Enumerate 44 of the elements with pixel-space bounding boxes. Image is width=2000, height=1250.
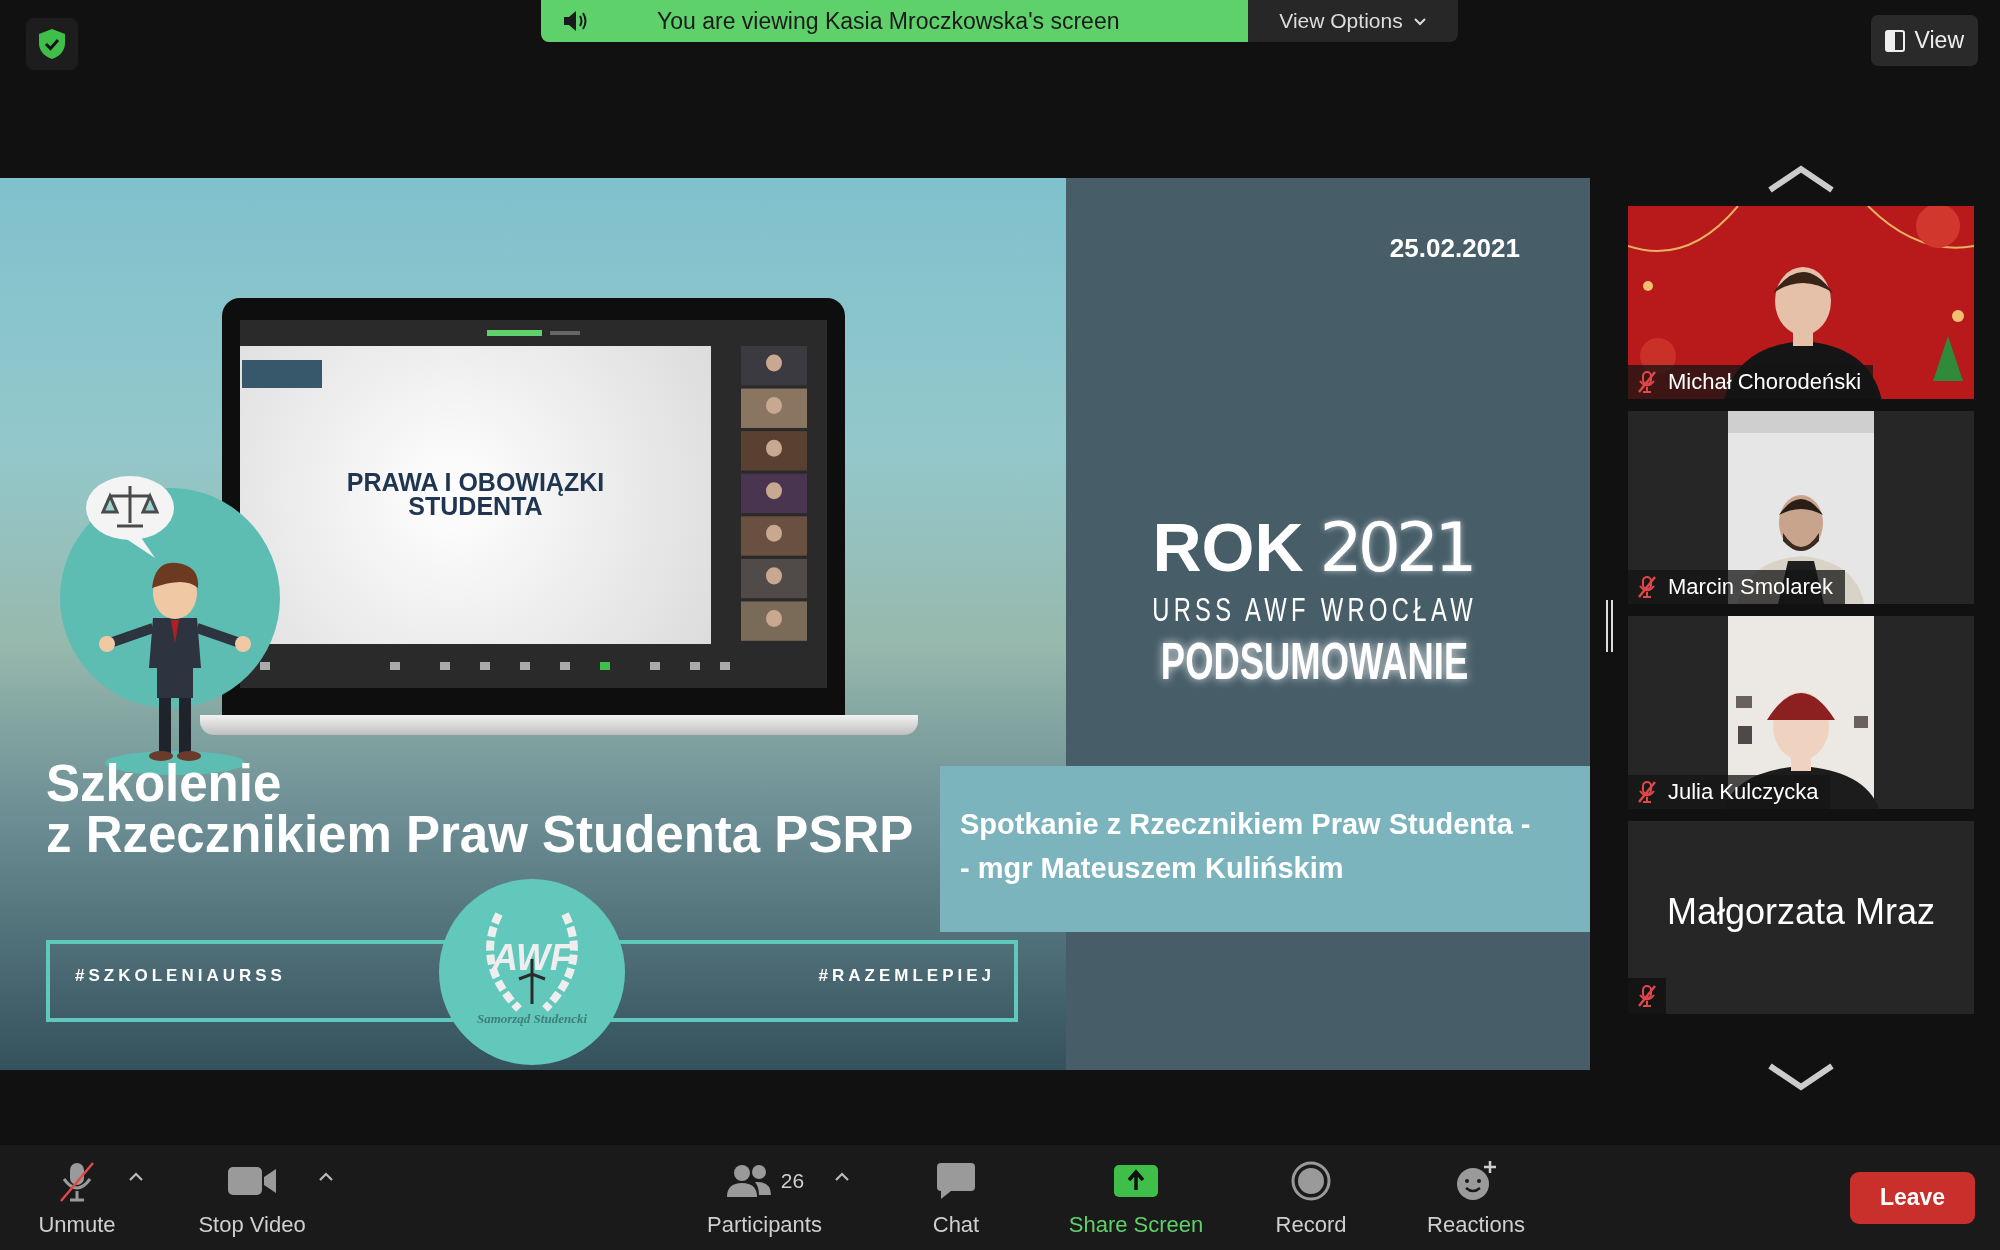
meeting-caption: Spotkanie z Rzecznikiem Praw Studenta - - mgr Mateuszem Kulińskim	[940, 766, 1590, 932]
participant-name: Julia Kulczycka	[1668, 779, 1819, 805]
view-options-button[interactable]: View Options	[1248, 0, 1458, 42]
view-button[interactable]: View	[1870, 15, 1978, 66]
video-tile[interactable]: Michał Chorodeński	[1628, 206, 1974, 399]
leave-button[interactable]: Leave	[1850, 1171, 1975, 1224]
participant-name: Małgorzata Mraz	[1665, 891, 1937, 933]
people-icon	[724, 1162, 773, 1199]
caret-icon[interactable]	[317, 1171, 334, 1182]
summary-title: PODSUMOWANIE	[1161, 631, 1469, 691]
video-tile[interactable]: Małgorzata Mraz	[1628, 821, 1974, 1014]
smiley-plus-icon	[1454, 1158, 1498, 1203]
chat-icon	[935, 1160, 977, 1201]
speaker-icon[interactable]	[563, 10, 589, 32]
slide-heading: Szkolenie z Rzecznikiem Praw Studenta PSRP	[46, 758, 914, 860]
slide-date: 25.02.2021	[1389, 233, 1520, 264]
scroll-down-icon[interactable]	[1766, 1062, 1836, 1092]
record-icon	[1291, 1160, 1331, 1201]
security-shield-icon[interactable]	[38, 28, 66, 60]
hashtag: #RAZEMLEPIEJ	[818, 966, 995, 986]
share-screen-icon	[1113, 1163, 1159, 1198]
participants-button[interactable]: 26 Participants	[707, 1157, 822, 1238]
year-label: ROK	[1152, 508, 1304, 586]
participant-name: Michał Chorodeński	[1668, 369, 1862, 395]
year: 2021	[1319, 508, 1474, 587]
reactions-button[interactable]: Reactions	[1427, 1157, 1525, 1238]
scroll-up-icon[interactable]	[1766, 164, 1836, 194]
chat-button[interactable]: Chat	[932, 1157, 980, 1238]
hashtag: #SZKOLENIAURSS	[75, 966, 286, 986]
logo-text: AWF	[492, 937, 572, 979]
unmute-button[interactable]: Unmute	[38, 1157, 116, 1238]
banner-text: You are viewing Kasia Mroczkowska's screen	[657, 7, 1120, 35]
slide-subtitle: URSS AWF WROCŁAW	[1152, 591, 1478, 629]
resize-handle[interactable]	[1605, 600, 1613, 652]
laptop-slide-title: PRAWA I OBOWIĄZKI STUDENTA	[346, 471, 605, 519]
logo-caption: Samorząd Studencki	[476, 1011, 588, 1027]
video-button[interactable]: Stop Video	[198, 1157, 306, 1238]
record-button[interactable]: Record	[1275, 1157, 1347, 1238]
caret-icon	[1412, 16, 1427, 26]
share-button[interactable]: Share Screen	[1068, 1157, 1204, 1238]
caret-icon[interactable]	[833, 1171, 850, 1182]
layout-icon	[1884, 29, 1905, 52]
participant-name: Marcin Smolarek	[1668, 574, 1834, 600]
caret-icon[interactable]	[127, 1171, 144, 1182]
